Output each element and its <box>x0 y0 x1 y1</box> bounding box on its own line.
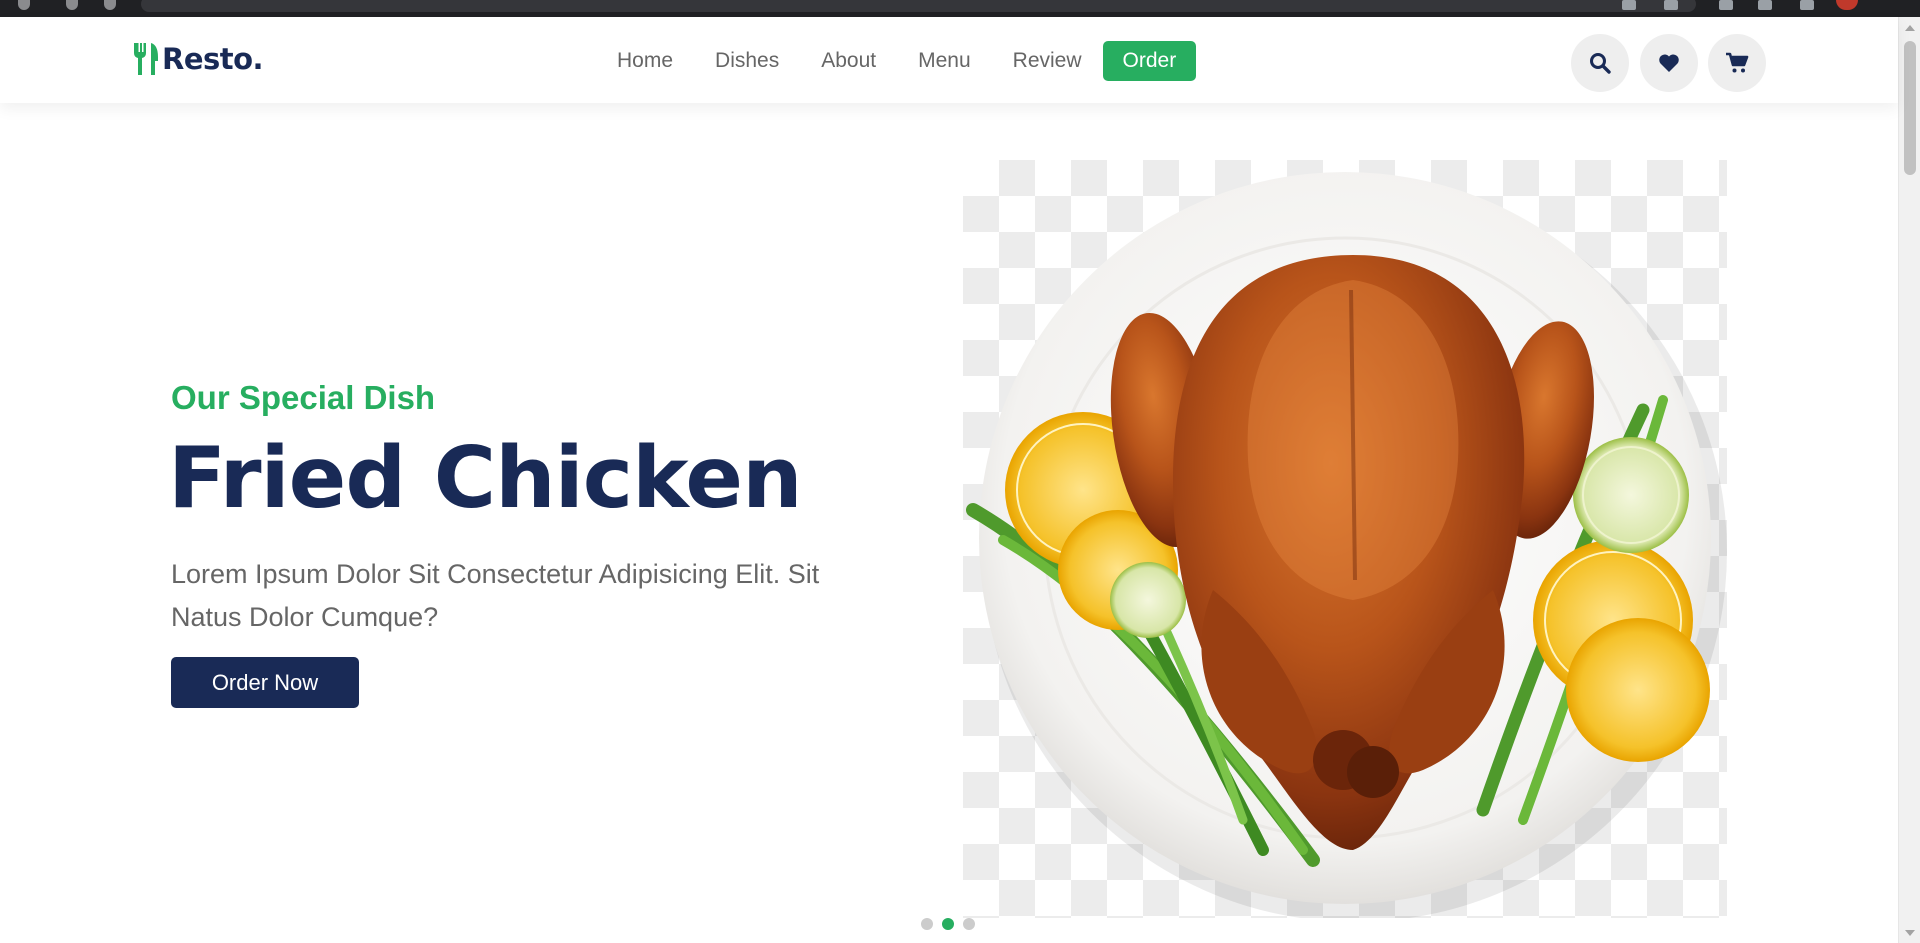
logo[interactable]: Resto. <box>132 39 264 79</box>
scroll-thumb[interactable] <box>1904 41 1916 175</box>
utensils-icon <box>134 43 158 75</box>
nav-home[interactable]: Home <box>617 43 673 79</box>
media-icon[interactable] <box>1758 0 1772 10</box>
slide-dot-3[interactable] <box>963 918 975 930</box>
cart-button[interactable] <box>1708 34 1766 92</box>
main-nav: Home Dishes About Menu Review Order <box>596 41 1197 81</box>
extensions-icon[interactable] <box>1719 0 1733 10</box>
nav-review[interactable]: Review <box>1013 43 1082 79</box>
favorites-button[interactable] <box>1640 34 1698 92</box>
address-bar[interactable] <box>141 0 1696 12</box>
hero-section: Our Special Dish Fried Chicken Lorem Ips… <box>0 103 1898 943</box>
order-now-button[interactable]: Order Now <box>171 657 359 708</box>
scroll-down-icon[interactable] <box>1905 930 1915 936</box>
slider-pagination <box>921 918 975 930</box>
back-icon[interactable] <box>18 0 30 10</box>
install-icon[interactable] <box>1622 0 1636 10</box>
forward-icon[interactable] <box>66 0 78 10</box>
roast-chicken-illustration <box>966 172 1727 918</box>
search-button[interactable] <box>1571 34 1629 92</box>
nav-order[interactable]: Order <box>1102 41 1197 81</box>
nav-about[interactable]: About <box>821 43 876 79</box>
slide-dot-1[interactable] <box>921 918 933 930</box>
hero-subtitle: Our Special Dish <box>171 379 436 416</box>
page-scrollbar[interactable] <box>1898 17 1920 943</box>
logo-text: Resto. <box>162 42 264 76</box>
cart-icon <box>1726 52 1749 73</box>
nav-dishes[interactable]: Dishes <box>715 43 779 79</box>
site-header: Resto. Home Dishes About Menu Review Ord… <box>0 17 1898 103</box>
search-icon <box>1590 53 1611 74</box>
star-icon[interactable] <box>1664 0 1678 10</box>
browser-toolbar <box>0 0 1920 17</box>
reload-icon[interactable] <box>104 0 116 10</box>
scroll-up-icon[interactable] <box>1905 25 1915 31</box>
sidebar-icon[interactable] <box>1800 0 1814 10</box>
slide-dot-2[interactable] <box>942 918 954 930</box>
dish-image <box>963 160 1727 918</box>
nav-menu[interactable]: Menu <box>918 43 971 79</box>
profile-avatar[interactable] <box>1836 0 1858 10</box>
hero-description: Lorem Ipsum Dolor Sit Consectetur Adipis… <box>171 559 820 632</box>
hero-title: Fried Chicken <box>168 429 803 528</box>
heart-icon <box>1659 54 1679 72</box>
